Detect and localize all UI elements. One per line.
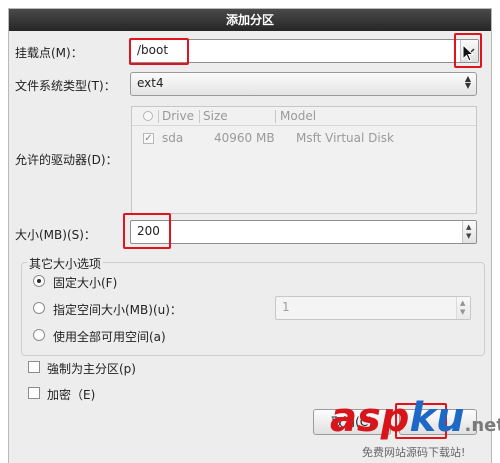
fill-space-radio[interactable] [33, 329, 45, 341]
drive-size: 40960 MB [214, 131, 275, 145]
size-options-title: 其它大小选项 [27, 255, 104, 272]
up-to-size-value: 1 [282, 300, 290, 314]
up-to-size-radio[interactable] [33, 302, 45, 314]
size-spinbox[interactable]: 200 ▲ ▼ [130, 220, 477, 244]
spin-down-icon[interactable]: ▼ [460, 309, 465, 316]
drive-model: Msft Virtual Disk [296, 131, 394, 145]
fixed-size-label: 固定大小(F) [53, 276, 118, 290]
watermark-tagline: 免费网站源码下载站! [362, 446, 466, 459]
header-radio-icon [143, 111, 153, 121]
drives-label: 允许的驱动器(D)： [15, 153, 118, 167]
up-to-size-spinbox[interactable]: 1 ▲ ▼ [275, 296, 471, 320]
fill-space-label: 使用全部可用空间(a) [53, 330, 166, 344]
fixed-size-radio[interactable] [33, 275, 45, 287]
fs-type-value: ext4 [137, 76, 164, 90]
up-to-spin-buttons[interactable]: ▲ ▼ [456, 297, 470, 319]
spin-up-icon[interactable]: ▲ [466, 224, 471, 231]
mount-point-highlight [129, 38, 189, 65]
drive-name: sda [162, 131, 184, 145]
size-highlight [123, 213, 171, 249]
spin-down-icon[interactable]: ▼ [466, 233, 471, 240]
size-spin-buttons[interactable]: ▲ ▼ [462, 221, 476, 243]
size-label: 大小(MB)(S)： [15, 228, 96, 242]
force-primary-label: 強制为主分区(p) [47, 362, 136, 376]
updown-arrows-icon: ▲ ▼ [464, 74, 471, 90]
encrypt-checkbox[interactable] [28, 387, 40, 399]
column-separator [158, 110, 159, 123]
drives-table: Drive Size Model ✓ sda 40960 MB Msft Vir… [131, 106, 477, 214]
fs-type-select[interactable]: ext4 ▲ ▼ [130, 72, 477, 96]
drives-table-header: Drive Size Model [132, 107, 476, 126]
encrypt-label: 加密（E) [47, 388, 96, 402]
spin-up-icon[interactable]: ▲ [460, 300, 465, 307]
fs-type-label: 文件系统类型(T)： [15, 79, 116, 93]
drive-checkbox[interactable]: ✓ [143, 133, 154, 144]
dialog-title: 添加分区 [9, 9, 491, 31]
column-separator [199, 110, 200, 123]
up-to-size-label: 指定空间大小(MB)(u)： [53, 303, 182, 317]
force-primary-checkbox[interactable] [28, 361, 40, 373]
mouse-cursor-icon [462, 44, 475, 62]
mount-point-label: 挂载点(M)： [15, 46, 83, 60]
column-size: Size [203, 109, 228, 123]
column-separator [275, 110, 276, 123]
watermark-logo: aspku.net [330, 395, 500, 441]
column-model: Model [280, 109, 317, 123]
column-drive: Drive [162, 109, 194, 123]
